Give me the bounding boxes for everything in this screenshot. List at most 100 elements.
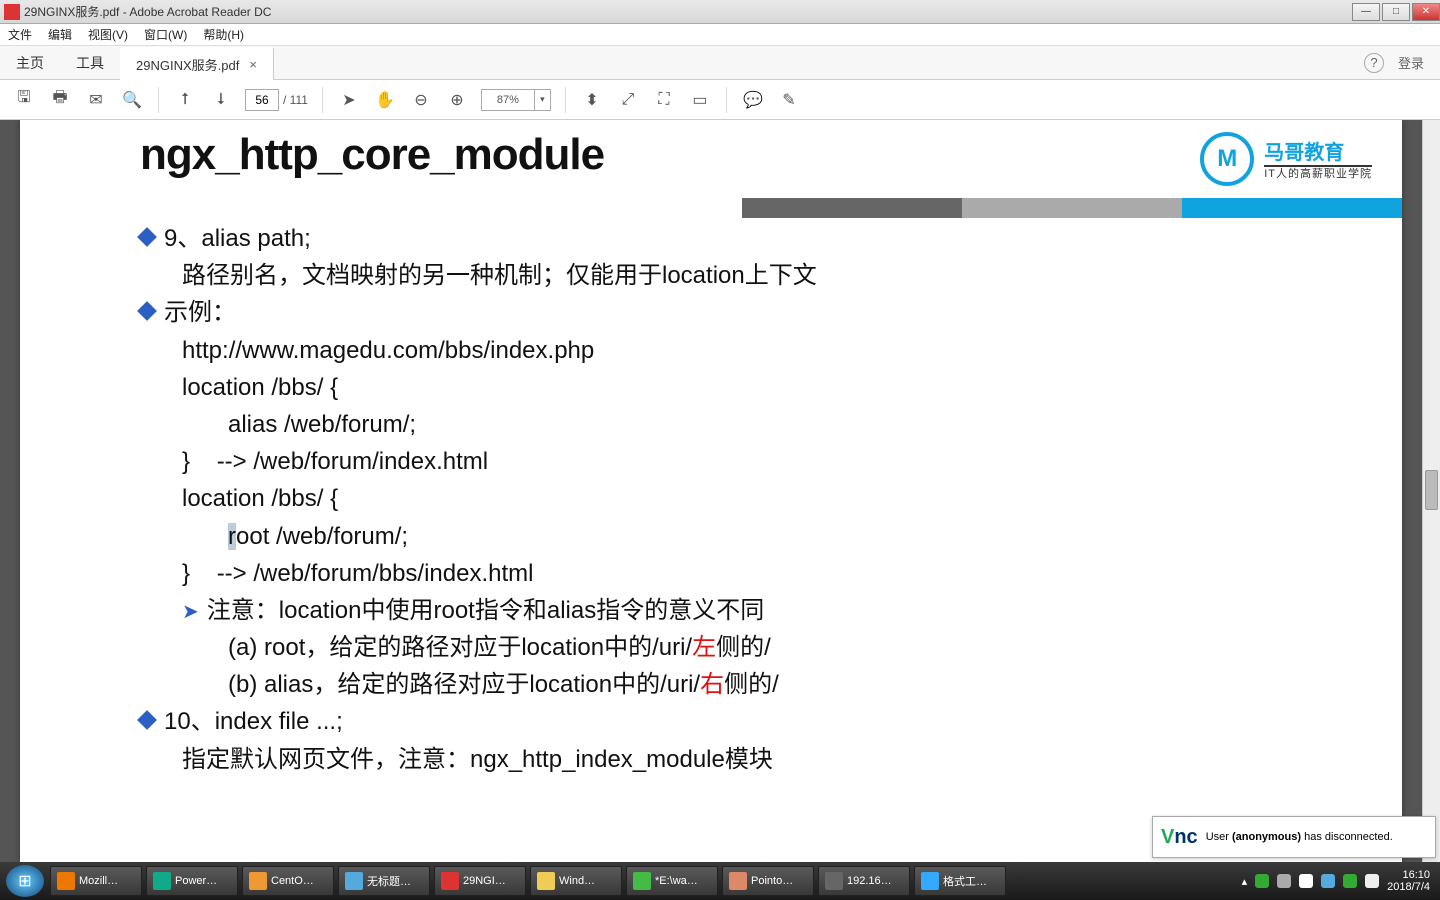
separator (158, 87, 159, 113)
app-icon (345, 872, 363, 890)
fit-width-icon[interactable]: ⬍ (580, 88, 604, 112)
app-icon (4, 4, 20, 20)
brand-subtitle: IT人的高薪职业学院 (1264, 165, 1372, 181)
window-titlebar: 29NGINX服务.pdf - Adobe Acrobat Reader DC … (0, 0, 1440, 24)
scrollbar-thumb[interactable] (1425, 470, 1438, 510)
taskbar-item[interactable]: 格式工… (914, 866, 1006, 896)
app-icon (153, 872, 171, 890)
separator (322, 87, 323, 113)
zoom-value[interactable]: 87% (481, 89, 535, 111)
vnc-notification: Vnc User (anonymous) has disconnected. (1152, 816, 1436, 858)
maximize-button[interactable]: □ (1382, 3, 1410, 21)
tray-icon[interactable] (1255, 874, 1269, 888)
app-icon (921, 872, 939, 890)
brand-block: М 马哥教育 IT人的高薪职业学院 (1200, 132, 1372, 186)
window-title: 29NGINX服务.pdf - Adobe Acrobat Reader DC (24, 3, 271, 20)
bullet-icon (137, 301, 157, 321)
line-3: 示例： (164, 299, 236, 326)
taskbar-item[interactable]: Power… (146, 866, 238, 896)
minimize-button[interactable]: — (1352, 3, 1380, 21)
menu-edit[interactable]: 编辑 (48, 26, 72, 43)
line-1: 9、alias path; (164, 225, 311, 252)
taskbar-item[interactable]: CentO… (242, 866, 334, 896)
line-15: 指定默认网页文件，注意：ngx_http_index_module模块 (182, 741, 1282, 778)
fullscreen-icon[interactable]: ⛶ (652, 88, 676, 112)
start-button[interactable]: ⊞ (6, 865, 44, 897)
zoom-out-icon[interactable]: ⊖ (409, 88, 433, 112)
menu-file[interactable]: 文件 (8, 26, 32, 43)
close-button[interactable]: ✕ (1412, 3, 1440, 21)
taskbar-item[interactable]: 29NGI… (434, 866, 526, 896)
line-13a: (b) alias，给定的路径对应于location中的/uri/ (228, 671, 700, 698)
slide-heading: ngx_http_core_module (140, 130, 1282, 180)
line-9b: oot /web/forum/; (236, 523, 408, 550)
tab-tools[interactable]: 工具 (60, 46, 120, 79)
tab-close-icon[interactable]: × (249, 57, 257, 72)
menu-help[interactable]: 帮助(H) (203, 26, 244, 43)
clock[interactable]: 16:10 2018/7/4 (1387, 869, 1430, 893)
fit-page-icon[interactable]: ⤢ (616, 88, 640, 112)
line-12b: 侧的/ (716, 634, 771, 661)
tray-icon[interactable] (1299, 874, 1313, 888)
email-icon[interactable]: ✉ (84, 88, 108, 112)
comment-icon[interactable]: 💬 (741, 88, 765, 112)
decorative-bars (742, 198, 1402, 218)
app-icon (537, 872, 555, 890)
bullet-icon (137, 711, 157, 731)
bullet-icon (137, 227, 157, 247)
highlight-icon[interactable]: ✎ (777, 88, 801, 112)
page-current-input[interactable] (245, 89, 279, 111)
taskbar-item[interactable]: 无标题… (338, 866, 430, 896)
search-icon[interactable]: 🔍 (120, 88, 144, 112)
taskbar-item[interactable]: Pointo… (722, 866, 814, 896)
tab-home[interactable]: 主页 (0, 46, 60, 79)
line-13b: 侧的/ (724, 671, 779, 698)
line-10a: } (182, 560, 190, 587)
taskbar-item[interactable]: Mozill… (50, 866, 142, 896)
tab-document[interactable]: 29NGINX服务.pdf × (120, 47, 274, 80)
taskbar-item[interactable]: 192.16… (818, 866, 910, 896)
separator (565, 87, 566, 113)
app-icon (729, 872, 747, 890)
line-7a: } (182, 448, 190, 475)
tab-document-label: 29NGINX服务.pdf (136, 55, 239, 74)
login-button[interactable]: 登录 (1398, 53, 1424, 72)
line-2: 路径别名，文档映射的另一种机制；仅能用于location上下文 (182, 262, 817, 289)
menu-view[interactable]: 视图(V) (88, 26, 128, 43)
brand-title: 马哥教育 (1264, 136, 1372, 167)
line-4: http://www.magedu.com/bbs/index.php (182, 332, 1282, 369)
page-counter: / 111 (245, 89, 308, 111)
document-viewport: ngx_http_core_module М 马哥教育 IT人的高薪职业学院 9… (0, 120, 1440, 862)
vnc-message: User (anonymous) has disconnected. (1206, 831, 1393, 843)
save-icon[interactable]: 🖫 (12, 88, 36, 112)
zoom-dropdown-icon[interactable]: ▾ (535, 89, 551, 111)
vertical-scrollbar[interactable] (1422, 120, 1440, 862)
menu-bar: 文件 编辑 视图(V) 窗口(W) 帮助(H) (0, 24, 1440, 46)
tray-chevron-icon[interactable]: ▴ (1242, 875, 1248, 888)
taskbar-item[interactable]: Wind… (530, 866, 622, 896)
tray-icon[interactable] (1365, 874, 1379, 888)
slide-content: 9、alias path; 路径别名，文档映射的另一种机制；仅能用于locati… (140, 220, 1282, 778)
toolbar: 🖫 🖶 ✉ 🔍 ⭡ ⭣ / 111 ➤ ✋ ⊖ ⊕ 87% ▾ ⬍ ⤢ ⛶ ▭ … (0, 80, 1440, 120)
hand-tool-icon[interactable]: ✋ (373, 88, 397, 112)
help-icon[interactable]: ? (1364, 53, 1384, 73)
line-5: location /bbs/ { (182, 369, 1282, 406)
app-icon (825, 872, 843, 890)
read-mode-icon[interactable]: ▭ (688, 88, 712, 112)
tray-icon[interactable] (1277, 874, 1291, 888)
page-up-icon[interactable]: ⭡ (173, 88, 197, 112)
menu-window[interactable]: 窗口(W) (144, 26, 187, 43)
taskbar: ⊞ Mozill… Power… CentO… 无标题… 29NGI… Wind… (0, 862, 1440, 900)
zoom-in-icon[interactable]: ⊕ (445, 88, 469, 112)
tray-icon[interactable] (1321, 874, 1335, 888)
page-down-icon[interactable]: ⭣ (209, 88, 233, 112)
line-8: location /bbs/ { (182, 480, 1282, 517)
print-icon[interactable]: 🖶 (48, 88, 72, 112)
taskbar-item[interactable]: *E:\wa… (626, 866, 718, 896)
tab-bar: 主页 工具 29NGINX服务.pdf × ? 登录 (0, 46, 1440, 80)
tray-icon[interactable] (1343, 874, 1357, 888)
system-tray: ▴ 16:10 2018/7/4 (1242, 869, 1440, 893)
select-tool-icon[interactable]: ➤ (337, 88, 361, 112)
page-total: / 111 (283, 93, 308, 107)
app-icon (441, 872, 459, 890)
